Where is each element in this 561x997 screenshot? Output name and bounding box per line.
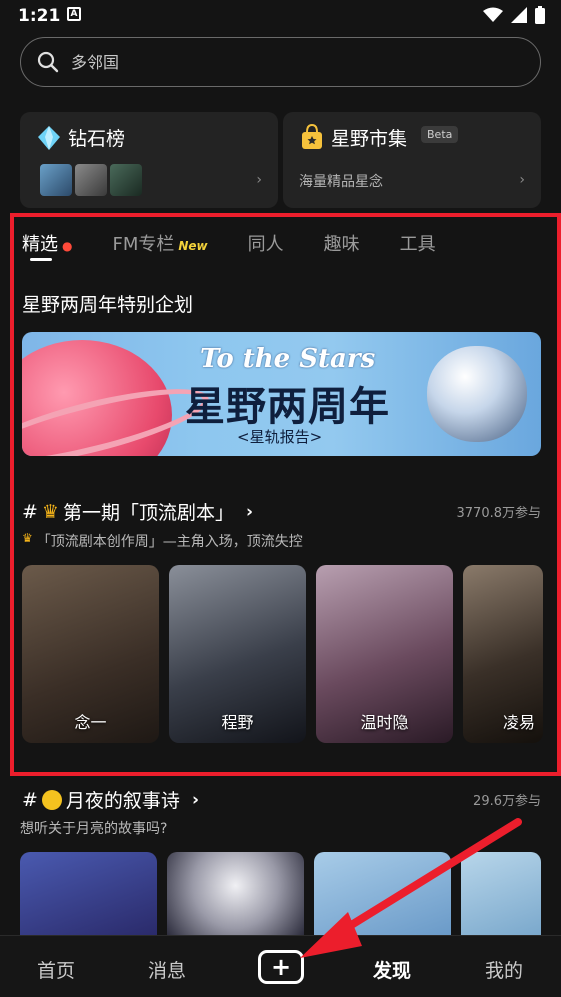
character-list bbox=[20, 852, 541, 936]
chevron-right-icon: › bbox=[519, 172, 525, 188]
ranking-avatars bbox=[40, 164, 142, 196]
character-card[interactable] bbox=[461, 852, 541, 936]
nav-mine[interactable]: 我的 bbox=[485, 956, 523, 983]
avatar bbox=[75, 164, 107, 196]
market-subtitle: 海量精品星念 bbox=[299, 174, 383, 190]
diamond-ranking-title: 钻石榜 bbox=[68, 128, 126, 150]
diamond-ranking-card[interactable]: 钻石榜 › bbox=[20, 112, 278, 208]
character-card[interactable] bbox=[20, 852, 157, 936]
plus-icon: + bbox=[270, 953, 292, 981]
highlight-box bbox=[10, 213, 561, 776]
battery-icon bbox=[535, 6, 545, 24]
topic-participant-count: 29.6万参与 bbox=[473, 794, 541, 809]
topic-description: 想听关于月亮的故事吗? bbox=[20, 821, 168, 837]
nav-home[interactable]: 首页 bbox=[37, 956, 75, 983]
chevron-right-icon: › bbox=[256, 172, 262, 188]
market-title: 星野市集 bbox=[331, 128, 408, 150]
moon-icon bbox=[41, 789, 62, 810]
avatar bbox=[110, 164, 142, 196]
nav-messages[interactable]: 消息 bbox=[148, 956, 186, 983]
character-card[interactable] bbox=[167, 852, 304, 936]
hash-symbol: # bbox=[22, 788, 38, 811]
avatar bbox=[40, 164, 72, 196]
wifi-icon bbox=[483, 7, 503, 22]
market-card[interactable]: 星野市集 Beta 海量精品星念 › bbox=[283, 112, 541, 208]
character-card[interactable] bbox=[314, 852, 451, 936]
beta-badge: Beta bbox=[421, 126, 459, 143]
diamond-icon bbox=[38, 126, 60, 150]
create-button[interactable]: + bbox=[258, 950, 304, 984]
search-bar[interactable] bbox=[20, 37, 541, 87]
topic-title: 月夜的叙事诗 bbox=[65, 790, 180, 812]
search-input[interactable] bbox=[71, 52, 491, 72]
signal-icon bbox=[511, 7, 527, 23]
status-time: 1:21 bbox=[18, 6, 61, 26]
status-icons bbox=[483, 6, 545, 24]
chevron-right-icon: › bbox=[191, 789, 199, 810]
topic-title-row[interactable]: # 月夜的叙事诗 › bbox=[22, 786, 199, 813]
shopping-bag-icon bbox=[302, 124, 322, 149]
search-icon bbox=[37, 51, 59, 73]
nav-discover[interactable]: 发现 bbox=[373, 956, 411, 983]
notification-icon: A bbox=[67, 7, 81, 21]
bottom-nav: 首页 消息 + 发现 我的 bbox=[0, 935, 561, 997]
